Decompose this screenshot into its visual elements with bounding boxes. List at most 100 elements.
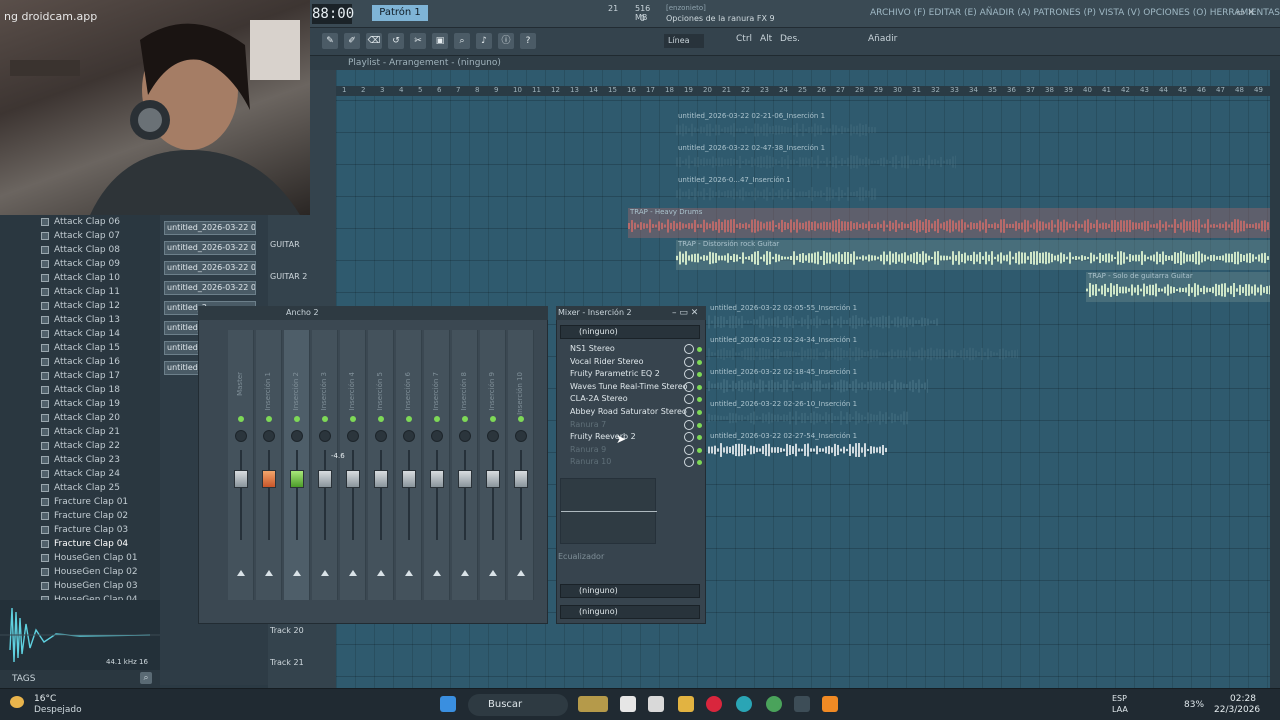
playlist-clip[interactable]: untitled_2026-03-22 02-18-45_Inserción 1 — [708, 368, 928, 398]
browser-item[interactable]: HouseGen Clap 03 — [0, 579, 160, 593]
slot-enable-led[interactable] — [697, 422, 702, 428]
add-button[interactable]: Añadir — [868, 34, 897, 44]
store-icon[interactable] — [648, 696, 664, 712]
strip-active-led[interactable] — [490, 416, 496, 422]
tempo-display[interactable]: 88:00 — [312, 4, 354, 24]
close-icon[interactable]: – ▭ ✕ — [672, 306, 698, 320]
slice-tool-icon[interactable]: ✂ — [410, 33, 426, 49]
playlist-clip[interactable]: untitled_2026-03-22 02-21-06_Inserción 1 — [676, 112, 876, 142]
zoom-tool-icon[interactable]: ⌕ — [454, 33, 470, 49]
mixer-strip[interactable]: Inserción 2 — [284, 330, 310, 600]
browser-item[interactable]: Attack Clap 19 — [0, 397, 160, 411]
volume-fader[interactable] — [290, 470, 304, 488]
lang-1[interactable]: ESP — [1112, 694, 1127, 703]
undo-button[interactable]: Des. — [780, 34, 800, 44]
search-icon[interactable]: ⌕ — [140, 672, 152, 684]
mix-knob-icon[interactable] — [684, 381, 694, 392]
browser-item[interactable]: Attack Clap 23 — [0, 453, 160, 467]
mixer-strip[interactable]: Inserción 8 — [452, 330, 478, 600]
strip-active-led[interactable] — [266, 416, 272, 422]
fx-slot[interactable]: Waves Tune Real-Time Stereo — [560, 381, 702, 393]
mix-knob-icon[interactable] — [684, 407, 694, 417]
browser-item[interactable]: Attack Clap 21 — [0, 425, 160, 439]
track-20-label[interactable]: Track 20 — [268, 626, 336, 635]
help-icon[interactable]: ? — [520, 33, 536, 49]
opera-icon[interactable] — [706, 696, 722, 712]
terminal-icon[interactable] — [794, 696, 810, 712]
pattern-selector[interactable]: Patrón 1 — [372, 5, 428, 21]
browser-item[interactable]: Fracture Clap 03 — [0, 523, 160, 537]
fx-slot[interactable]: Vocal Rider Stereo — [560, 356, 702, 368]
playlist-clip[interactable]: untitled_2026-03-22 02-47-38_Inserción 1 — [676, 144, 956, 174]
fx-slot[interactable]: Abbey Road Saturator Stereo — [560, 406, 702, 418]
strip-active-led[interactable] — [406, 416, 412, 422]
pencil-tool-icon[interactable]: ✎ — [322, 33, 338, 49]
route-arrow-icon[interactable] — [237, 570, 245, 576]
route-arrow-icon[interactable] — [265, 570, 273, 576]
browser-item[interactable]: Fracture Clap 04 — [0, 537, 160, 551]
mic-tool-icon[interactable]: ♪ — [476, 33, 492, 49]
slot-enable-led[interactable] — [697, 410, 702, 415]
volume-fader[interactable] — [458, 470, 472, 488]
mixer-strip[interactable]: Inserción 1 — [256, 330, 282, 600]
snap-mode-select[interactable]: Línea — [664, 34, 704, 48]
fx-slot[interactable]: Ranura 7 — [560, 419, 702, 431]
mixer-strip[interactable]: Inserción 5 — [368, 330, 394, 600]
browser-item[interactable]: Attack Clap 10 — [0, 271, 160, 285]
volume-fader[interactable] — [262, 470, 276, 488]
browser-item[interactable]: Fracture Clap 01 — [0, 495, 160, 509]
mix-knob-icon[interactable] — [684, 432, 694, 443]
pan-knob[interactable] — [515, 430, 527, 442]
pan-knob[interactable] — [319, 430, 331, 442]
mixer-strip[interactable]: Inserción 9 — [480, 330, 506, 600]
fx-slot[interactable]: Ranura 10 — [560, 456, 702, 468]
fx-slot[interactable]: CLA-2A Stereo — [560, 393, 702, 405]
lang-2[interactable]: LAA — [1112, 705, 1128, 714]
mix-knob-icon[interactable] — [684, 344, 694, 354]
mixer-strip[interactable]: Inserción 10 — [508, 330, 534, 600]
browser-item[interactable]: Attack Clap 15 — [0, 341, 160, 355]
mix-knob-icon[interactable] — [684, 444, 694, 455]
route-arrow-icon[interactable] — [489, 570, 497, 576]
fx-slot[interactable]: Ranura 9 — [560, 444, 702, 456]
mix-knob-icon[interactable] — [684, 369, 694, 380]
fx-slot[interactable]: Fruity Parametric EQ 2 — [560, 368, 702, 380]
route-arrow-icon[interactable] — [321, 570, 329, 576]
playlist-clip[interactable]: untitled_2026-03-22 02-27-54_Inserción 1 — [708, 432, 888, 462]
browser-item[interactable]: Attack Clap 17 — [0, 369, 160, 383]
fl-studio-icon[interactable] — [822, 696, 838, 712]
pan-knob[interactable] — [459, 430, 471, 442]
route-arrow-icon[interactable] — [461, 570, 469, 576]
volume-fader[interactable] — [374, 470, 388, 488]
volume-fader[interactable] — [402, 470, 416, 488]
browser-item[interactable]: Attack Clap 14 — [0, 327, 160, 341]
playlist-clip[interactable]: TRAP - Heavy Drums — [628, 208, 1270, 238]
playlist-clip[interactable]: untitled_2026-03-22 02-24-34_Inserción 1 — [708, 336, 1018, 366]
pan-knob[interactable] — [431, 430, 443, 442]
ctrl-button[interactable]: Ctrl — [736, 34, 752, 44]
select-tool-icon[interactable]: ▣ — [432, 33, 448, 49]
pan-knob[interactable] — [375, 430, 387, 442]
battery-level[interactable]: 83% — [1184, 700, 1204, 710]
window-controls[interactable]: ▭ ✕ — [1236, 8, 1255, 18]
brush-tool-icon[interactable]: ✐ — [344, 33, 360, 49]
loop-tool-icon[interactable]: ↺ — [388, 33, 404, 49]
pan-knob[interactable] — [487, 430, 499, 442]
track-21-label[interactable]: Track 21 — [268, 658, 336, 667]
browser-item[interactable]: HouseGen Clap 01 — [0, 551, 160, 565]
pan-knob[interactable] — [347, 430, 359, 442]
weather-temp[interactable]: 16°C — [34, 694, 56, 704]
volume-fader[interactable] — [318, 470, 332, 488]
route-arrow-icon[interactable] — [377, 570, 385, 576]
clock-time[interactable]: 02:28 — [1230, 694, 1256, 704]
strip-active-led[interactable] — [434, 416, 440, 422]
browser-item[interactable]: Attack Clap 11 — [0, 285, 160, 299]
pan-knob[interactable] — [235, 430, 247, 442]
clip-source-item[interactable]: untitled_2026-03-22 02-... — [164, 221, 256, 235]
route-arrow-icon[interactable] — [517, 570, 525, 576]
clock-date[interactable]: 22/3/2026 — [1214, 705, 1260, 715]
mixer-strip[interactable]: Inserción 3 — [312, 330, 338, 600]
eq-graph[interactable] — [560, 478, 657, 544]
weather-desc[interactable]: Despejado — [34, 705, 82, 715]
volume-fader[interactable] — [346, 470, 360, 488]
